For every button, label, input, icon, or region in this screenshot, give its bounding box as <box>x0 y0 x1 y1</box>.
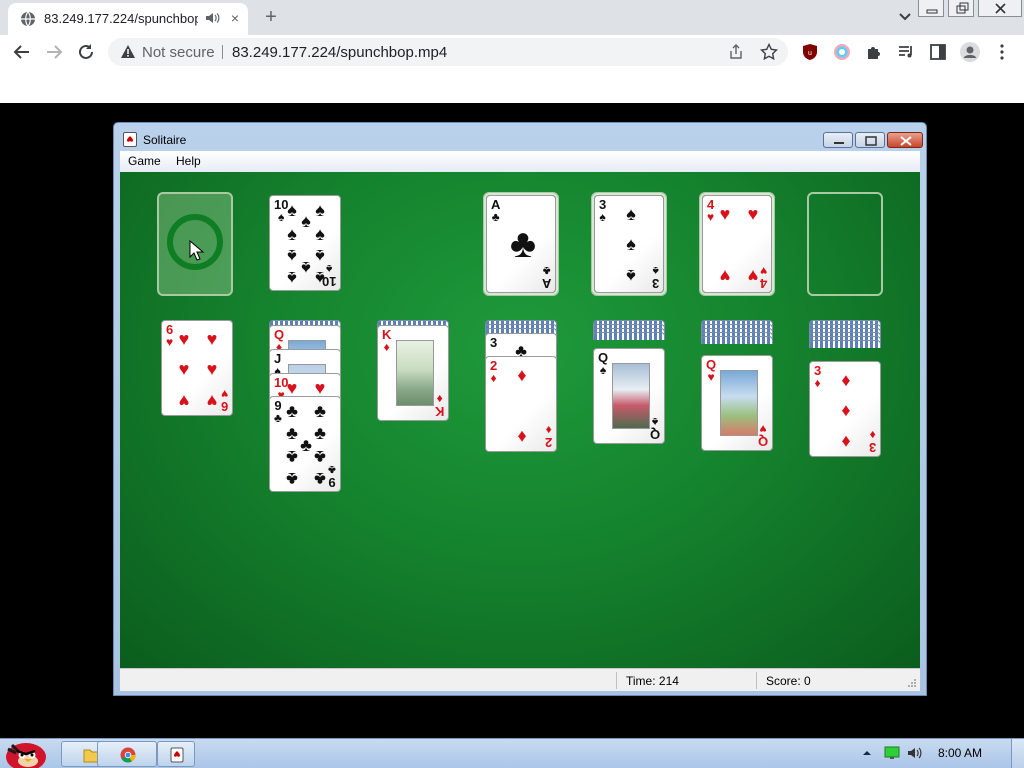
taskbar-solitaire-button[interactable] <box>157 741 195 767</box>
face-down-card <box>701 336 773 344</box>
sol-minimize-button[interactable] <box>823 132 853 148</box>
mouse-cursor-icon <box>189 240 205 261</box>
svg-text:u: u <box>808 50 812 57</box>
restore-icon <box>956 2 969 14</box>
menu-help[interactable]: Help <box>176 154 201 168</box>
show-desktop-button[interactable] <box>1011 739 1024 768</box>
restore-button[interactable] <box>948 0 974 17</box>
score-display: Score: 0 <box>766 674 811 688</box>
taskbar-chrome-button[interactable] <box>97 741 157 767</box>
start-button-bird-icon[interactable] <box>2 733 50 768</box>
url-text[interactable]: 83.249.177.224/spunchbop.mp4 <box>232 44 447 61</box>
face-down-card <box>593 332 665 340</box>
close-icon[interactable]: × <box>226 9 244 27</box>
close-x-icon <box>995 3 1006 14</box>
resize-grip-icon[interactable] <box>907 678 917 688</box>
tableau-5-card[interactable]: Q ♠ Q ♠ <box>593 348 665 444</box>
window-title: Solitaire <box>143 133 187 147</box>
menu-bar: Game Help <box>120 151 920 172</box>
page-top-band <box>0 69 1024 103</box>
solitaire-titlebar[interactable]: Solitaire <box>114 123 926 151</box>
waste-card[interactable]: 10 ♠ ♠ ♠ ♠ ♠ ♠ ♠ ♠ ♠ ♠ ♠ 10 ♠ <box>269 195 341 291</box>
status-bar: Time: 214 Score: 0 <box>120 668 920 691</box>
foundation-card[interactable]: A ♣ ♣ A ♣ <box>486 195 556 293</box>
taskbar: 8:00 AM <box>0 738 1024 768</box>
court-art <box>720 370 758 436</box>
warning-icon[interactable] <box>120 44 136 60</box>
browser-toolbar: Not secure 83.249.177.224/spunchbop.mp4 … <box>0 35 1024 69</box>
tableau-1-card[interactable]: 6 ♥ ♥ ♥ ♥ ♥ ♥ ♥ 6 ♥ <box>161 320 233 416</box>
face-down-card <box>809 340 881 348</box>
tray-expand-icon[interactable] <box>862 748 872 758</box>
tab-title: 83.249.177.224/spunchbop.mp4 <box>44 11 198 26</box>
clock[interactable]: 8:00 AM <box>938 746 982 760</box>
maximize-icon <box>865 136 877 146</box>
solitaire-app-icon <box>123 132 137 147</box>
minimize-icon <box>926 9 938 14</box>
forward-arrow-icon[interactable] <box>45 43 63 61</box>
reload-icon[interactable] <box>77 43 95 61</box>
minimize-icon <box>834 142 844 144</box>
court-art <box>612 363 650 429</box>
back-arrow-icon[interactable] <box>13 43 31 61</box>
stock-pile[interactable] <box>157 192 233 296</box>
chrome-icon <box>120 747 136 763</box>
foundation-card[interactable]: 4 ♥ ♥ ♥ ♥ ♥ 4 ♥ <box>702 195 772 293</box>
tableau-4-card[interactable]: 2 ♦ ♦ ♦ 2 ♦ <box>485 356 557 452</box>
speaker-icon[interactable] <box>204 10 220 26</box>
time-display: Time: 214 <box>626 674 679 688</box>
solitaire-window-controls <box>821 132 923 148</box>
tab-strip: 83.249.177.224/spunchbop.mp4 × + <box>0 0 1024 35</box>
tableau-7-card[interactable]: 3 ♦ ♦ ♦ ♦ 3 ♦ <box>809 361 881 457</box>
foundation-4[interactable] <box>807 192 883 296</box>
tableau-6-card[interactable]: Q ♥ Q ♥ <box>701 355 773 451</box>
media-icon[interactable] <box>897 43 915 61</box>
solitaire-window: Solitaire Game Help 10 ♠ ♠ ♠ ♠ ♠ ♠ ♠ ♠ ♠… <box>113 122 927 696</box>
sidepanel-icon[interactable] <box>929 43 947 61</box>
address-bar[interactable]: Not secure 83.249.177.224/spunchbop.mp4 <box>108 38 788 66</box>
browser-tab[interactable]: 83.249.177.224/spunchbop.mp4 × <box>8 3 248 35</box>
minimize-button[interactable] <box>918 0 944 17</box>
ublock-icon[interactable]: u <box>801 43 819 61</box>
account-icon[interactable] <box>960 42 980 62</box>
close-window-button[interactable] <box>978 0 1022 17</box>
security-label[interactable]: Not secure <box>142 44 215 61</box>
plus-icon[interactable]: + <box>260 6 282 28</box>
os-window-controls <box>918 0 1022 18</box>
foundation-1[interactable]: A ♣ ♣ A ♣ <box>483 192 559 296</box>
tableau-2-card[interactable]: 9 ♣ ♣ ♣ ♣ ♣ ♣ ♣ ♣ ♣ ♣ 9 ♣ <box>269 396 341 492</box>
foundation-2[interactable]: 3 ♠ ♠ ♠ ♠ 3 ♠ <box>591 192 667 296</box>
foundation-3[interactable]: 4 ♥ ♥ ♥ ♥ ♥ 4 ♥ <box>699 192 775 296</box>
profile-ring-icon[interactable] <box>833 43 851 61</box>
court-art <box>396 340 434 406</box>
chevron-down-icon[interactable] <box>895 8 915 26</box>
star-icon[interactable] <box>760 43 778 61</box>
kebab-menu-icon[interactable] <box>993 43 1011 61</box>
close-x-icon <box>900 136 912 146</box>
menu-game[interactable]: Game <box>128 154 161 168</box>
puzzle-icon[interactable] <box>865 43 883 61</box>
foundation-card[interactable]: 3 ♠ ♠ ♠ ♠ 3 ♠ <box>594 195 664 293</box>
volume-icon[interactable] <box>906 745 924 761</box>
share-icon[interactable] <box>728 44 744 60</box>
game-board: 10 ♠ ♠ ♠ ♠ ♠ ♠ ♠ ♠ ♠ ♠ ♠ 10 ♠ A ♣ ♣ A ♣ 3 ♠ <box>120 172 920 668</box>
sol-maximize-button[interactable] <box>855 132 885 148</box>
tableau-3-card[interactable]: K ♦ K ♦ <box>377 325 449 421</box>
omnibox-divider <box>222 45 223 59</box>
solitaire-icon <box>170 747 184 763</box>
globe-icon <box>21 11 35 27</box>
network-icon[interactable] <box>884 746 900 760</box>
sol-close-button[interactable] <box>887 132 923 148</box>
